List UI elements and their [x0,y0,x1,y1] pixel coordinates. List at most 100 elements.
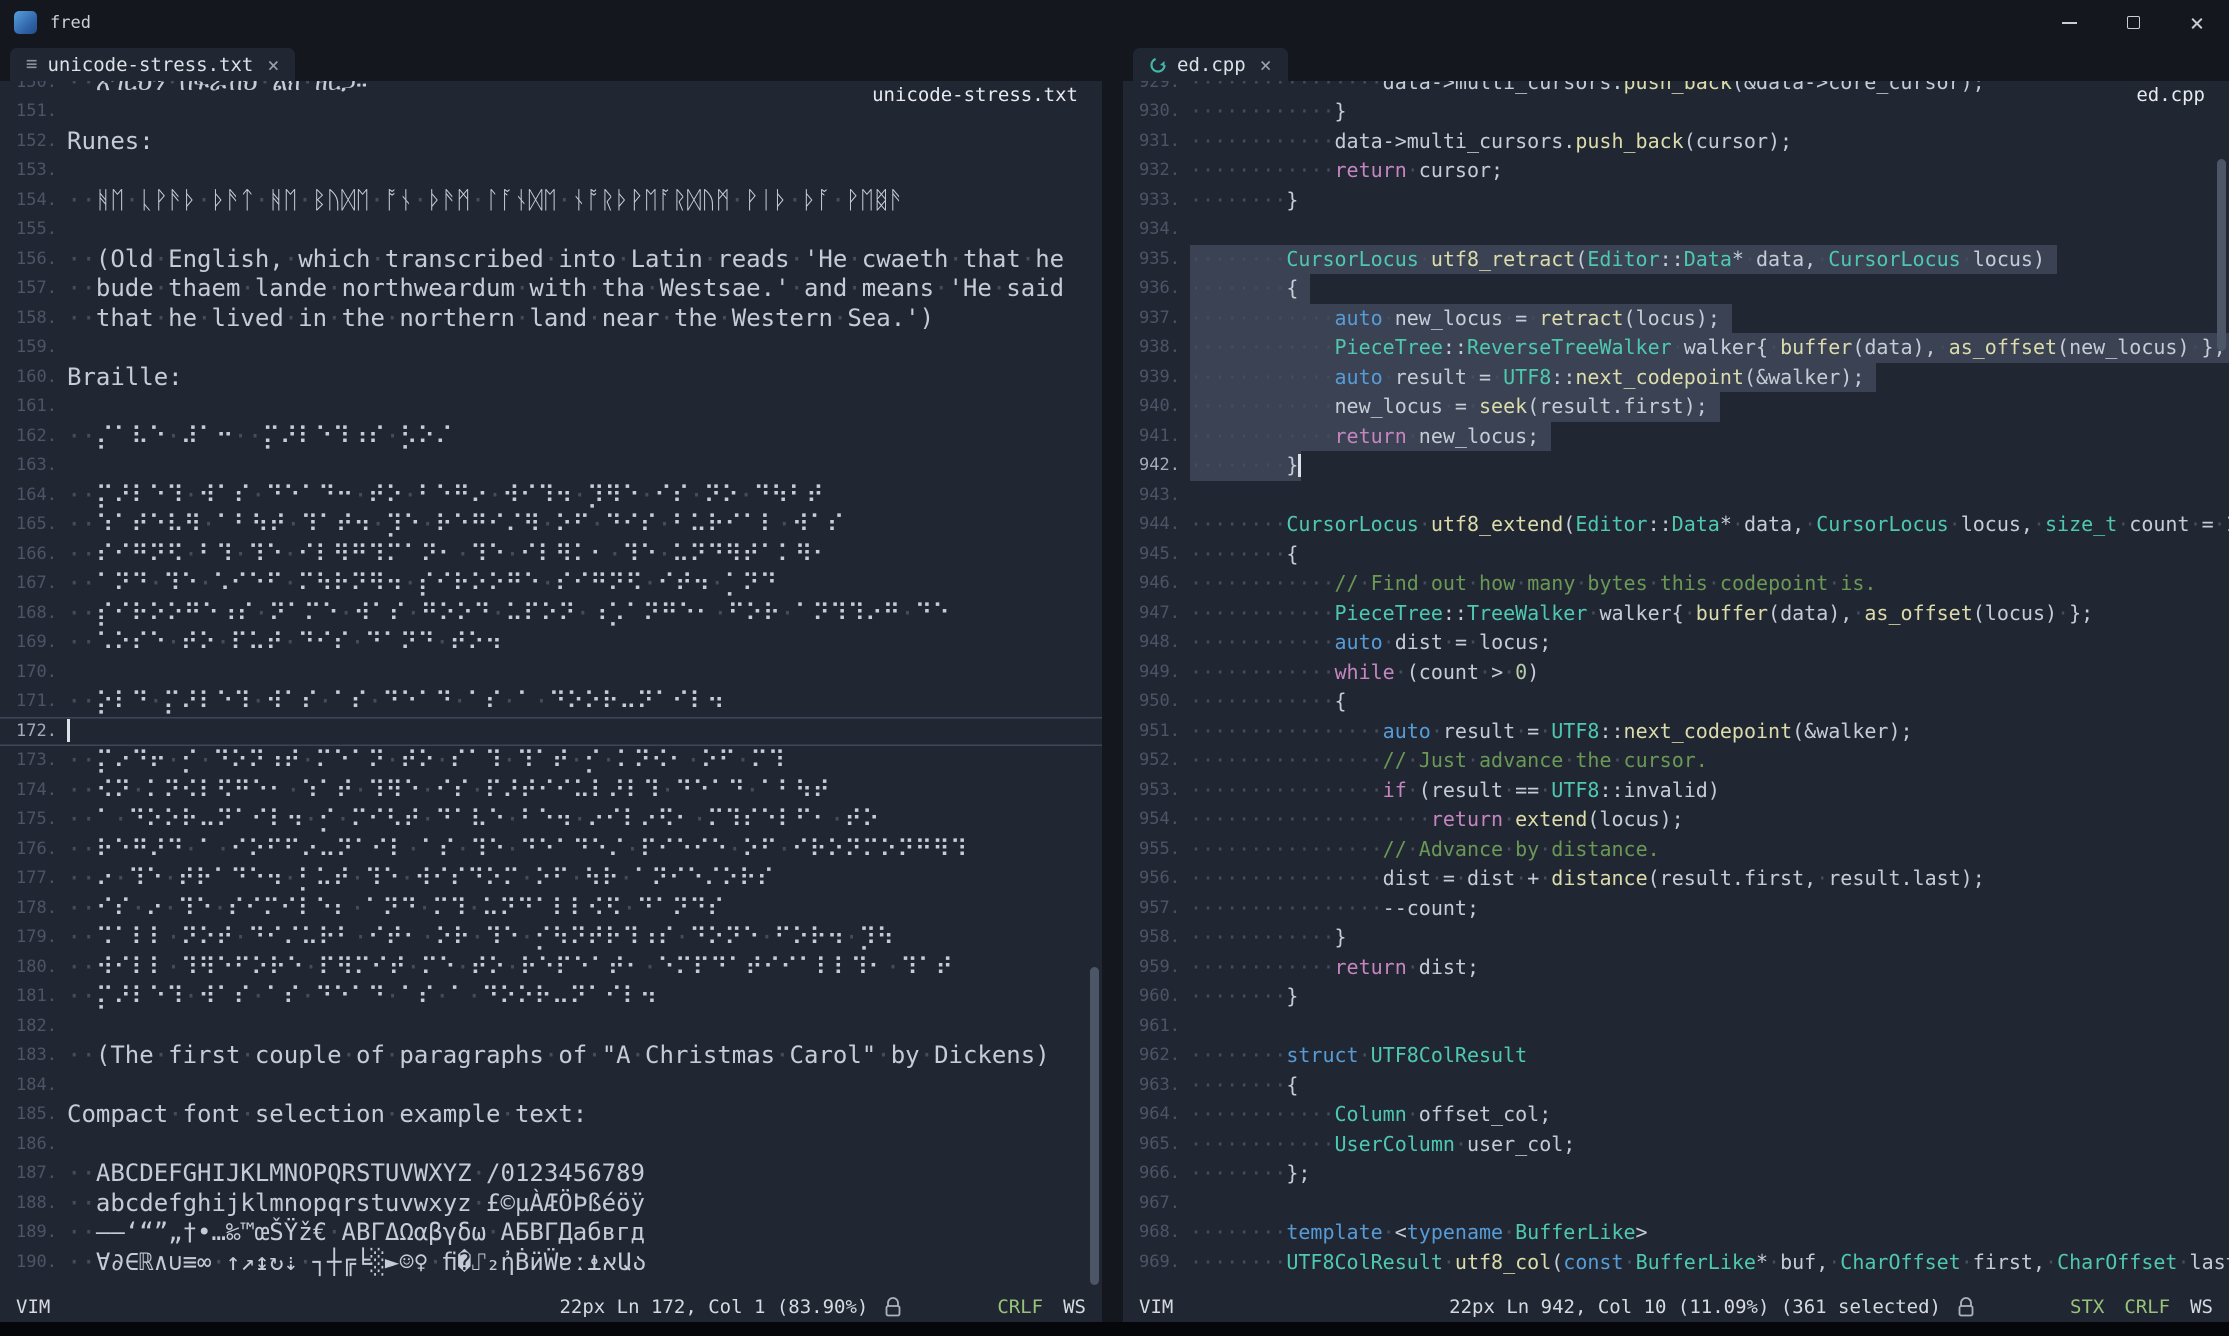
editor-unicode-stress[interactable]: unicode-stress.txt 150.··እግርህን·በፍራሽህ·ልክ·… [0,81,1102,1292]
line-text[interactable]: ··⡍⠜⠇⠑⠹·⠺⠁⠎·⠙⠑⠁⠙⠒·⠞⠕·⠃⠑⠛⠔·⠺⠊⠹⠲·⡹⠻⠑·⠊⠎·⠝⠕… [67,481,824,511]
line-text[interactable]: ················//·Advance·by·distance. [1190,835,1660,865]
line-text[interactable]: ········{ [1190,274,1310,304]
line-text[interactable]: ··⠎⠊⠛⠝⠫·⠃⠹·⠹⠑·⠊⠇⠻⠛⠹⠍⠁⠝⠂·⠹⠑·⠊⠇⠻⠅⠂·⠹⠑·⠥⠝⠙⠻… [67,540,830,570]
line-text[interactable]: ··⠪⠝·⠅⠝⠪⠇⠫⠛⠑⠂·⠱⠁⠞·⠹⠻⠑·⠊⠎·⠏⠜⠞⠊⠊⠥⠇⠜⠇⠹·⠙⠑⠁⠙… [67,776,830,806]
maximize-button[interactable] [2101,0,2165,45]
tab-unicode-stress[interactable]: ≡ unicode-stress.txt × [10,48,295,81]
line-text[interactable]: ··∀∂∈ℝ∧∪≡∞·↑↗↨↻⇣·┐┼╔╘░►☺♀·ﬁ�⑀₂ἠḂӥẄɐː⍎אԱა [67,1248,647,1278]
line-text[interactable]: ··⠩⠁⠇⠇·⠝⠕⠞·⠙⠊⠌⠥⠗⠃·⠊⠞⠂·⠕⠗·⠹⠑·⡊⠳⠝⠞⠗⠹⠰⠎·⠙⠕⠝… [67,923,894,953]
code-line: 969.········UTF8ColResult·utf8_col(const… [1123,1248,2229,1278]
status-flag-ws[interactable]: WS [2190,1296,2213,1318]
line-text[interactable] [67,717,70,747]
line-text[interactable]: ············} [1190,923,1347,953]
line-text[interactable]: ··⠔·⠹⠑·⠞⠗⠁⠙⠑⠲·⡃⠥⠞·⠹⠑·⠺⠊⠎⠙⠕⠍·⠕⠋·⠳⠗·⠁⠝⠊⠑⠌⠕… [67,864,774,894]
line-text[interactable]: ················auto·result·=·UTF8::next… [1190,717,1913,747]
line-text[interactable]: ··⠁⠝⠙·⠹⠑·⠡⠊⠑⠋·⠍⠳⠗⠝⠻⠲·⡎⠊⠗⠕⠕⠛⠑·⠎⠊⠛⠝⠫·⠊⠞⠲·⡁… [67,569,777,599]
line-text[interactable]: ············while·(count·>·0) [1190,658,1539,688]
editor-ed-cpp[interactable]: ed.cpp 929.················data->multi_c… [1123,81,2229,1292]
line-text[interactable]: ········UTF8ColResult·utf8_col(const·Buf… [1190,1248,2229,1278]
line-text[interactable]: ········}; [1190,1159,1310,1189]
status-flags: CRLF WS [997,1296,1086,1318]
pane-divider[interactable] [1102,45,1123,1322]
whitespace-dots: ·· [67,245,96,273]
line-text[interactable]: ················data->multi_cursors.push… [1190,81,1985,97]
line-text[interactable]: ··(The·first·couple·of·paragraphs·of·"A·… [67,1041,1050,1071]
line-text[interactable]: ········} [1190,186,1298,216]
line-text[interactable]: ··–—‘“”„†•…‰™œŠŸž€·ΑΒΓΔΩαβγδω·АБВГДабвгд [67,1218,645,1248]
line-text[interactable]: ············//·Find·out·how·many·bytes·t… [1190,569,1876,599]
line-text[interactable]: ········CursorLocus·utf8_retract(Editor:… [1190,245,2057,275]
line-text[interactable]: ············return·cursor; [1190,156,1503,186]
line-text[interactable]: ········struct·UTF8ColResult [1190,1041,1527,1071]
line-number: 189. [0,1218,57,1248]
line-number: 962. [1123,1041,1180,1071]
line-text[interactable]: ············return·new_locus; [1190,422,1551,452]
line-text[interactable]: ··⡍⠜⠇⠑⠹·⠺⠁⠎·⠁⠎·⠙⠑⠁⠙·⠁⠎·⠁·⠙⠕⠕⠗⠤⠝⠁⠊⠇⠲ [67,982,657,1012]
line-text[interactable]: Braille: [67,363,183,393]
line-text[interactable]: ··⠡⠕⠎⠑·⠞⠕·⠏⠥⠞·⠙⠊⠎·⠙⠁⠝⠙·⠞⠕⠲ [67,628,502,658]
code-line: 178.··⠊⠎·⠔·⠹⠑·⠎⠊⠍⠊⠇⠑⠆·⠁⠝⠙·⠍⠹·⠥⠝⠙⠁⠇⠇⠪⠫·⠙⠁… [0,894,1102,924]
scrollbar-thumb[interactable] [2217,159,2226,351]
line-text[interactable]: ············PieceTree::TreeWalker·walker… [1190,599,2093,629]
line-text[interactable]: ············auto·dist·=·locus; [1190,628,1551,658]
line-text[interactable]: ········template·<typename·BufferLike> [1190,1218,1648,1248]
line-text[interactable]: Runes: [67,127,154,157]
line-text[interactable]: ············} [1190,97,1347,127]
line-text[interactable]: ················//·Just·advance·the·curs… [1190,746,1708,776]
line-text[interactable]: ············new_locus·=·seek(result.firs… [1190,392,1720,422]
line-text[interactable]: ········CursorLocus·utf8_extend(Editor::… [1190,510,2229,540]
close-button[interactable]: × [2165,0,2229,45]
line-text[interactable]: ··ᚻᛖ·ᚳᚹᚫᚦ·ᚦᚫᛏ·ᚻᛖ·ᛒᚢᛞᛖ·ᚩᚾ·ᚦᚫᛗ·ᛚᚪᚾᛞᛖ·ᚾᚩᚱᚦᚹ… [67,186,903,216]
status-flag-ws[interactable]: WS [1063,1296,1086,1318]
text-cursor [67,719,70,742]
line-text[interactable]: ············{ [1190,687,1347,717]
line-text[interactable]: ··⡎⠊⠗⠕⠕⠛⠑⠰⠎·⠝⠁⠍⠑·⠺⠁⠎·⠛⠕⠕⠙·⠥⠏⠕⠝·⠰⡡⠁⠝⠛⠑⠂·⠋… [67,599,950,629]
line-text[interactable]: ··⡕⠇⠙·⡍⠜⠇⠑⠹·⠺⠁⠎·⠁⠎·⠙⠑⠁⠙·⠁⠎·⠁·⠙⠕⠕⠗⠤⠝⠁⠊⠇⠲ [67,687,724,717]
line-text[interactable]: ········} [1190,451,1301,481]
line-text[interactable]: ················--count; [1190,894,1479,924]
line-text[interactable]: ··that·he·lived·in·the·northern·land·nea… [67,304,934,334]
code-token: (&data->core_cursor); [1732,81,1985,94]
line-text[interactable]: Compact·font·selection·example·text: [67,1100,587,1130]
status-flag-crlf[interactable]: CRLF [2124,1296,2170,1318]
whitespace-dots: · [184,540,198,568]
line-text[interactable]: ··⡍⠔⠙⠖·⡊·⠙⠕⠝⠰⠞·⠍⠑⠁⠝·⠞⠕·⠎⠁⠹·⠹⠁⠞·⡊·⠅⠝⠪⠂·⠕⠋… [67,746,785,776]
scrollbar-thumb[interactable] [1090,967,1099,1285]
lock-icon[interactable] [1957,1297,1975,1318]
line-text[interactable]: ··(Old·English,·which·transcribed·into·L… [67,245,1064,275]
tab-ed-cpp[interactable]: ed.cpp × [1133,48,1288,81]
line-text[interactable]: ··እግርህን·በፍራሽህ·ልክ·ዘርጋ። [67,81,367,97]
line-text[interactable]: ··⡌⠁⠧⠑·⠼⠁⠒··⡍⠜⠇⠑⠹⠰⠎·⡣⠕⠌ [67,422,453,452]
line-text[interactable]: ········} [1190,982,1298,1012]
line-number: 185. [0,1100,57,1130]
whitespace-dots: · [353,776,367,804]
line-text[interactable]: ··bude·thaem·lande·northweardum·with·tha… [67,274,1064,304]
line-text[interactable]: ··⠁·⠙⠕⠕⠗⠤⠝⠁⠊⠇⠲·⡊·⠍⠊⠣⠞·⠙⠁⠧⠑·⠃⠑⠲·⠔⠊⠇⠔⠫⠂·⠍⠹… [67,805,880,835]
line-text[interactable]: ············UserColumn·user_col; [1190,1130,1575,1160]
line-number: 951. [1123,717,1180,747]
line-text[interactable]: ················if·(result·==·UTF8::inva… [1190,776,1720,806]
line-text[interactable]: ··ABCDEFGHIJKLMNOPQRSTUVWXYZ·/0123456789 [67,1159,645,1189]
tab-close-icon[interactable]: × [1260,55,1272,75]
status-flag-crlf[interactable]: CRLF [997,1296,1043,1318]
line-text[interactable]: ············return·dist; [1190,953,1479,983]
line-text[interactable]: ············auto·new_locus·=·retract(loc… [1190,304,1732,334]
whitespace-dots: · [428,1248,442,1276]
line-text[interactable]: ················dist·=·dist·+·distance(r… [1190,864,1985,894]
line-text[interactable]: ········{ [1190,1071,1298,1101]
minimize-button[interactable] [2037,0,2101,45]
line-text[interactable]: ············auto·result·=·UTF8::next_cod… [1190,363,1876,393]
line-text[interactable]: ··⠱⠁⠞⠑⠧⠻·⠁⠃⠳⠞·⠹⠁⠞⠲·⡹⠑·⠗⠑⠛⠊⠌⠻·⠕⠋·⠙⠊⠎·⠃⠥⠗⠊… [67,510,844,540]
line-text[interactable]: ··⠗⠑⠛⠜⠙·⠁·⠊⠕⠋⠋⠔⠤⠝⠁⠊⠇·⠁⠎·⠹⠑·⠙⠑⠁⠙⠑⠌·⠏⠊⠑⠊⠑·… [67,835,967,865]
line-text[interactable]: ··⠊⠎·⠔·⠹⠑·⠎⠊⠍⠊⠇⠑⠆·⠁⠝⠙·⠍⠹·⠥⠝⠙⠁⠇⠇⠪⠫·⠙⠁⠝⠙⠎ [67,894,724,924]
line-text[interactable]: ········{ [1190,540,1298,570]
lock-icon[interactable] [884,1297,902,1318]
line-text[interactable]: ············PieceTree::ReverseTreeWalker… [1190,333,2229,363]
line-text[interactable]: ··abcdefghijklmnopqrstuvwxyz·£©µÀÆÖÞßéöÿ [67,1189,645,1219]
line-text[interactable]: ····················return·extend(locus)… [1190,805,1684,835]
line-text[interactable]: ··⠺⠊⠇⠇·⠹⠻⠑⠋⠕⠗⠑·⠏⠻⠍⠊⠞·⠍⠑·⠞⠕·⠗⠑⠏⠑⠁⠞⠂·⠑⠍⠏⠙⠁… [67,953,953,983]
line-text[interactable]: ············Column·offset_col; [1190,1100,1551,1130]
line-text[interactable]: ············data->multi_cursors.push_bac… [1190,127,1792,157]
tab-close-icon[interactable]: × [267,55,279,75]
status-flag-stx[interactable]: STX [2070,1296,2104,1318]
